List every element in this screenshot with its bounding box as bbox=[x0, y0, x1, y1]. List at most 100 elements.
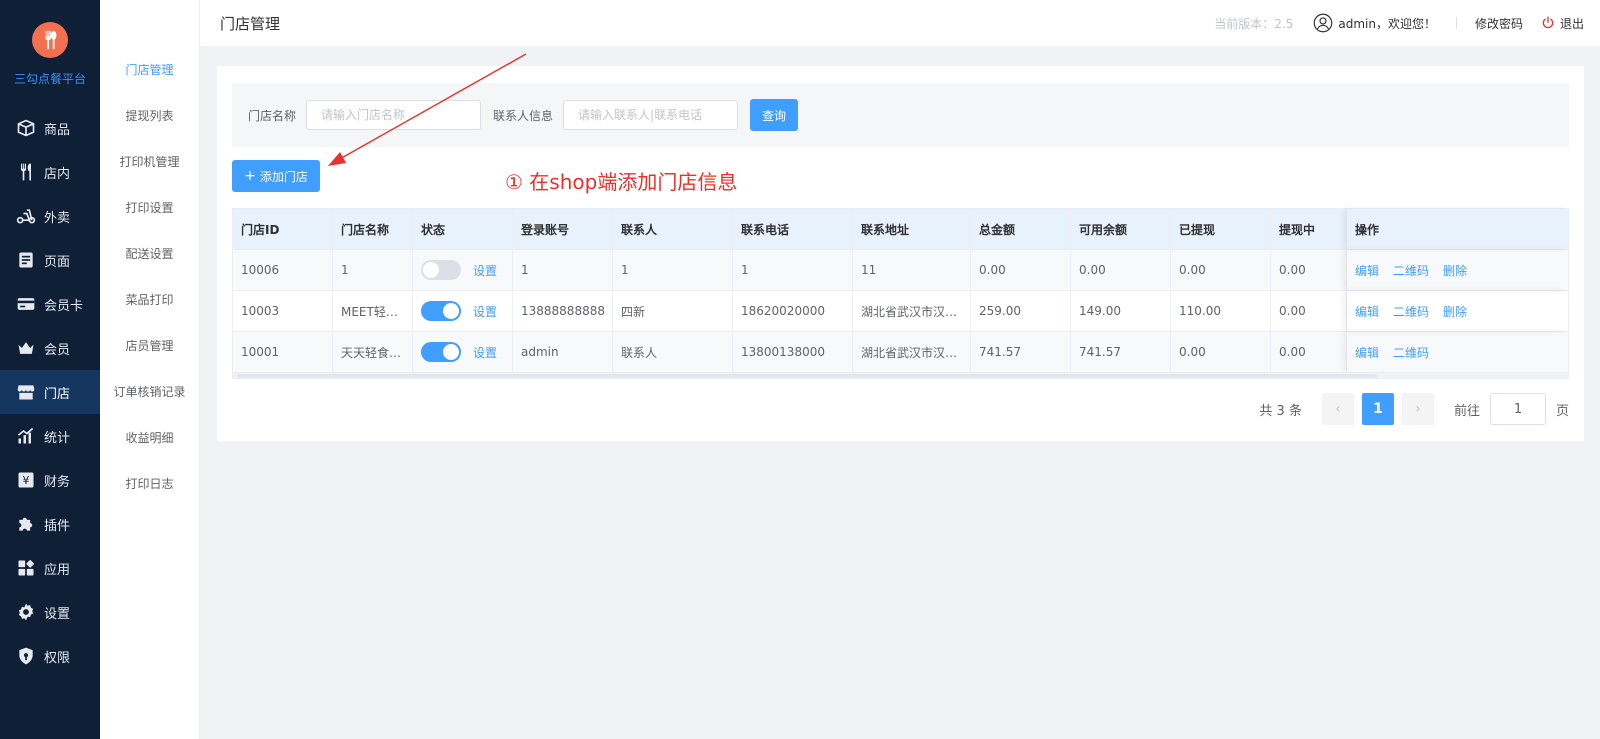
actions-cell: 编辑 二维码 bbox=[1347, 332, 1568, 372]
prev-page-button[interactable]: ‹ bbox=[1321, 393, 1354, 425]
goto-page: 前往 页 bbox=[1454, 393, 1569, 425]
cell-text: 10006 bbox=[241, 263, 280, 277]
subnav-item[interactable]: 打印设置 bbox=[100, 184, 199, 230]
goods-box-icon bbox=[16, 118, 36, 138]
gear-icon bbox=[16, 602, 36, 622]
cell-text: MEET轻… bbox=[341, 304, 398, 319]
cell-text: 259.00 bbox=[979, 304, 1021, 318]
sidebar-item-apps[interactable]: 应用 bbox=[0, 546, 100, 590]
account-cell: 13888888888 bbox=[513, 291, 613, 331]
pending-cell: 0.00 bbox=[1271, 332, 1347, 372]
edit-link[interactable]: 编辑 bbox=[1355, 303, 1379, 320]
withdrawn-cell: 110.00 bbox=[1171, 291, 1271, 331]
subnav-item[interactable]: 门店管理 bbox=[100, 46, 199, 92]
page-number-button[interactable]: 1 bbox=[1361, 393, 1394, 425]
brand: 三勾点餐平台 bbox=[0, 0, 100, 96]
qrcode-link[interactable]: 二维码 bbox=[1393, 344, 1429, 361]
qrcode-link[interactable]: 二维码 bbox=[1393, 262, 1429, 279]
finance-icon: ¥ bbox=[16, 470, 36, 490]
store-id-cell: 10001 bbox=[233, 332, 333, 372]
cell-text: 741.57 bbox=[979, 345, 1021, 359]
change-password-link[interactable]: 修改密码 bbox=[1475, 15, 1523, 32]
goto-page-input[interactable] bbox=[1489, 393, 1546, 425]
contact-cell: 四新 bbox=[613, 291, 733, 331]
edit-link[interactable]: 编辑 bbox=[1355, 344, 1379, 361]
sidebar-item-finance[interactable]: ¥ 财务 bbox=[0, 458, 100, 502]
pending-cell: 0.00 bbox=[1271, 250, 1347, 290]
status-toggle[interactable] bbox=[421, 301, 461, 321]
horizontal-scrollbar[interactable] bbox=[233, 372, 1568, 378]
sidebar-item-shield[interactable]: 权限 bbox=[0, 634, 100, 678]
logout-button[interactable]: 退出 bbox=[1541, 15, 1584, 32]
cell-text: 0.00 bbox=[979, 263, 1006, 277]
table-body: 10006 1 设置 1 1 1 11 0.00 0.00 0.00 0.00 编辑 二维码 删除 1000… bbox=[233, 249, 1568, 372]
address-cell: 湖北省武汉市汉… bbox=[853, 291, 971, 331]
scrollbar-thumb[interactable] bbox=[237, 374, 1377, 378]
store-name-input[interactable] bbox=[306, 100, 482, 130]
sidebar-item-fork-knife[interactable]: 店内 bbox=[0, 150, 100, 194]
page-title: 门店管理 bbox=[220, 14, 281, 33]
sidebar-item-puzzle[interactable]: 插件 bbox=[0, 502, 100, 546]
sidebar-item-goods-box[interactable]: 商品 bbox=[0, 106, 100, 150]
sidebar-item-gear[interactable]: 设置 bbox=[0, 590, 100, 634]
column-header: 登录账号 bbox=[513, 209, 613, 249]
cell-text: 10001 bbox=[241, 345, 280, 359]
status-cell: 设置 bbox=[413, 291, 513, 331]
edit-link[interactable]: 编辑 bbox=[1355, 262, 1379, 279]
toggle-knob bbox=[443, 303, 459, 319]
goto-label: 前往 bbox=[1453, 403, 1480, 419]
sidebar-item-label: 应用 bbox=[44, 562, 71, 578]
subnav-item[interactable]: 打印机管理 bbox=[100, 138, 199, 184]
sidebar-item-card[interactable]: 会员卡 bbox=[0, 282, 100, 326]
delete-link[interactable]: 删除 bbox=[1443, 262, 1467, 279]
cell-text: 0.00 bbox=[1179, 345, 1206, 359]
chart-icon bbox=[16, 426, 36, 446]
subnav-item[interactable]: 配送设置 bbox=[100, 230, 199, 276]
sidebar-item-page[interactable]: 页面 bbox=[0, 238, 100, 282]
delete-link[interactable]: 删除 bbox=[1443, 303, 1467, 320]
store-name-label: 门店名称 bbox=[248, 108, 297, 123]
status-toggle[interactable] bbox=[421, 260, 461, 280]
subnav-item[interactable]: 菜品打印 bbox=[100, 276, 199, 322]
query-button[interactable]: 查询 bbox=[750, 99, 799, 131]
cell-text: 0.00 bbox=[1079, 263, 1106, 277]
sidebar-item-label: 外卖 bbox=[44, 210, 71, 226]
add-store-button[interactable]: + 添加门店 bbox=[232, 160, 320, 192]
sidebar-item-label: 门店 bbox=[44, 386, 71, 402]
cell-text: 10003 bbox=[241, 304, 280, 318]
balance-cell: 0.00 bbox=[1071, 250, 1171, 290]
balance-cell: 741.57 bbox=[1071, 332, 1171, 372]
next-page-button[interactable]: › bbox=[1401, 393, 1434, 425]
subnav-item[interactable]: 订单核销记录 bbox=[100, 368, 199, 414]
subnav-item[interactable]: 店员管理 bbox=[100, 322, 199, 368]
contact-cell: 1 bbox=[613, 250, 733, 290]
logout-label: 退出 bbox=[1559, 16, 1584, 31]
cell-text: 18620020000 bbox=[741, 304, 825, 318]
sidebar-item-crown[interactable]: 会员 bbox=[0, 326, 100, 370]
cell-text: 13888888888 bbox=[521, 304, 605, 318]
cell-text: 1 bbox=[341, 263, 349, 277]
sidebar-item-label: 统计 bbox=[44, 430, 71, 446]
status-toggle[interactable] bbox=[421, 342, 461, 362]
column-header: 联系地址 bbox=[853, 209, 971, 249]
header-actions: 当前版本：2.5 admin，欢迎您！ 修改密码 退出 bbox=[1214, 13, 1584, 33]
cell-text: 0.00 bbox=[1279, 304, 1306, 318]
subnav-item[interactable]: 收益明细 bbox=[100, 414, 199, 460]
pending-cell: 0.00 bbox=[1271, 291, 1347, 331]
status-settings-link[interactable]: 设置 bbox=[473, 303, 497, 320]
status-settings-link[interactable]: 设置 bbox=[473, 344, 497, 361]
column-header: 操作 bbox=[1347, 209, 1568, 249]
subnav-item[interactable]: 打印日志 bbox=[100, 460, 199, 506]
scooter-icon bbox=[16, 206, 36, 226]
qrcode-link[interactable]: 二维码 bbox=[1393, 303, 1429, 320]
status-settings-link[interactable]: 设置 bbox=[473, 262, 497, 279]
sidebar-item-chart[interactable]: 统计 bbox=[0, 414, 100, 458]
sidebar-item-store[interactable]: 门店 bbox=[0, 370, 100, 414]
add-store-label: 添加门店 bbox=[259, 169, 308, 184]
cell-text: 四新 bbox=[621, 304, 646, 319]
logo-icon bbox=[32, 22, 68, 58]
sidebar-item-scooter[interactable]: 外卖 bbox=[0, 194, 100, 238]
contact-input[interactable] bbox=[563, 100, 739, 130]
subnav-item[interactable]: 提现列表 bbox=[100, 92, 199, 138]
card-icon bbox=[16, 294, 36, 314]
